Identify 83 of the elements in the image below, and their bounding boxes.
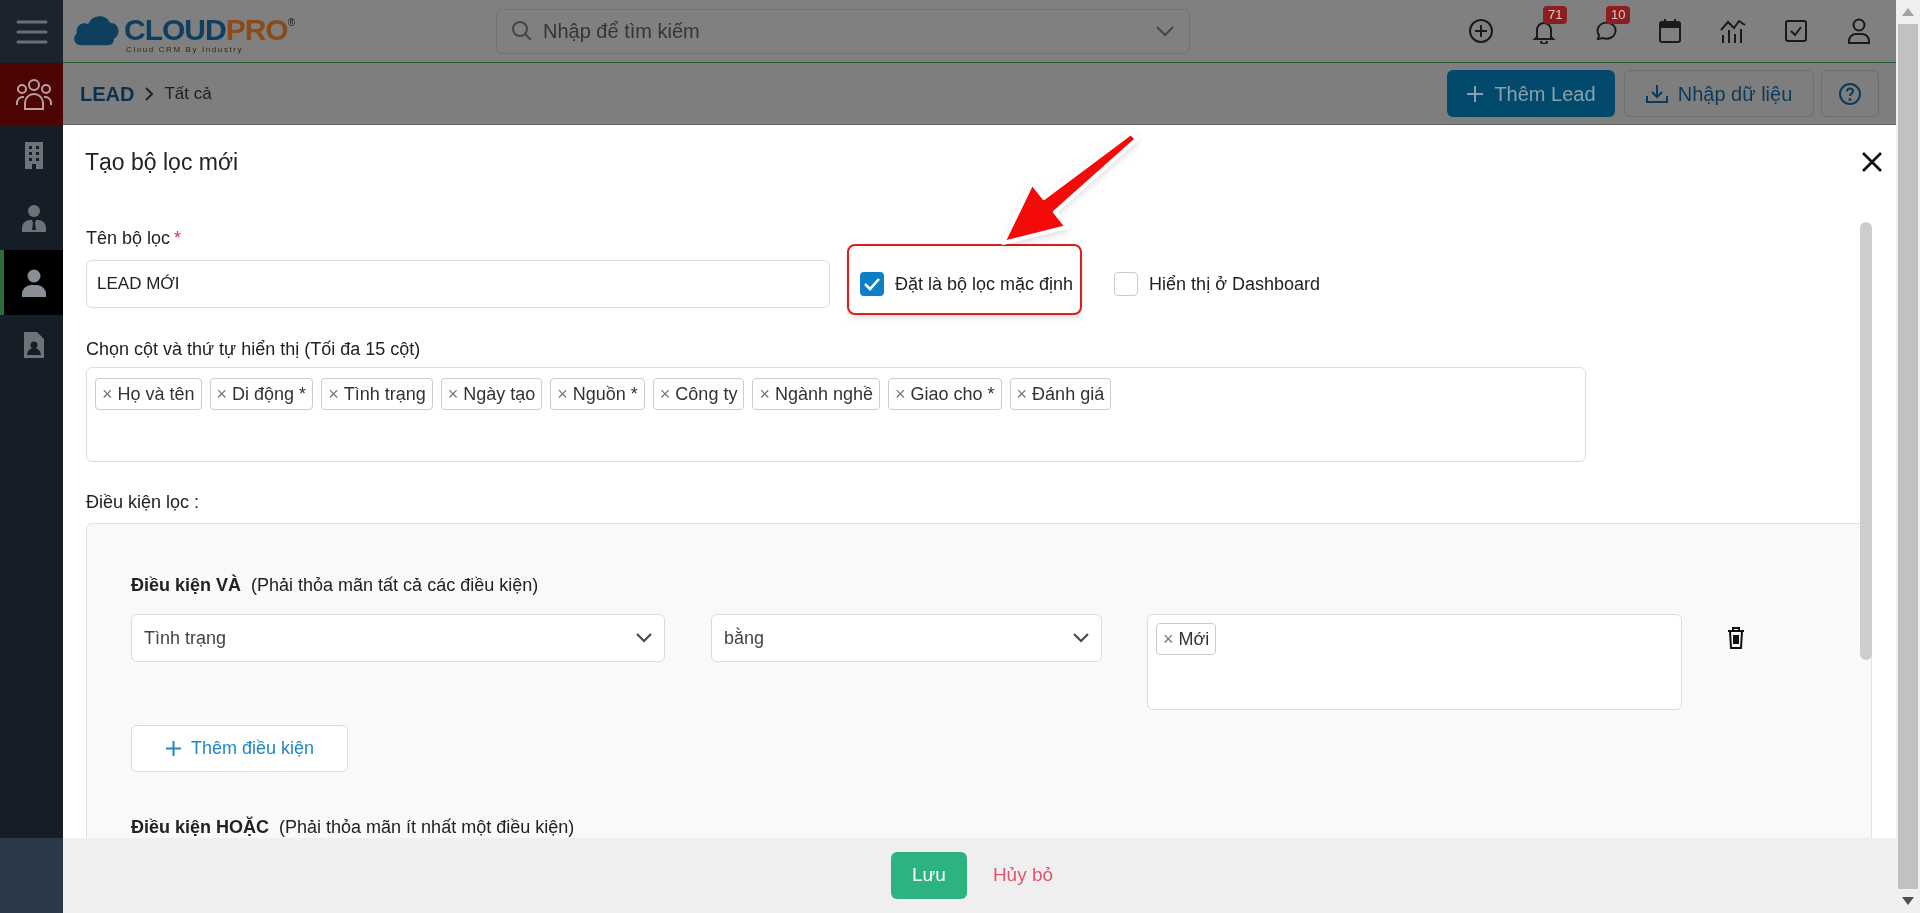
page-scrollbar-thumb[interactable] (1898, 24, 1918, 889)
field-label: Chọn cột và thứ tự hiển thị (Tối đa 15 cột) (86, 337, 421, 361)
search-field[interactable]: Nhập để tìm kiếm (496, 8, 1190, 54)
document-user-icon (22, 331, 45, 359)
group-title: Điều kiện VÀ (131, 573, 242, 597)
checkbox[interactable] (860, 272, 884, 296)
field-label: Tên bộ lọc (86, 226, 171, 250)
user-icon (20, 268, 47, 297)
field-select[interactable]: Tình trạng (131, 614, 665, 662)
field-label: Điều kiện lọc : (86, 490, 200, 514)
remove-icon[interactable]: × (102, 380, 113, 408)
count-badge: 10 (1606, 6, 1631, 24)
search-input[interactable]: Nhập để tìm kiếm (543, 16, 1155, 46)
chevron-down-icon[interactable] (1155, 25, 1175, 37)
help-icon (1838, 81, 1862, 106)
column-tag[interactable]: × Đánh giá (1009, 378, 1112, 410)
column-tag[interactable]: × Tình trạng (321, 378, 433, 410)
cancel-link[interactable]: Hủy bỏ (992, 861, 1054, 890)
column-tag[interactable]: × Di động * (209, 378, 314, 410)
column-select-field[interactable]: × Họ và tên × Di động * × Tình trạng × Ngày tạo × Nguồn * × Công ty × Ngành nghề × Giao cho * × Đánh giá (86, 367, 1586, 462)
checkbox[interactable] (1114, 272, 1139, 296)
logo[interactable]: CLOUDPRO® Cloud CRM By Industry (72, 8, 300, 54)
menu-icon[interactable] (15, 18, 48, 45)
close-icon[interactable] (1861, 151, 1883, 173)
required-mark: * (174, 226, 182, 250)
people-icon (15, 77, 52, 111)
remove-icon[interactable]: × (759, 380, 770, 408)
add-condition-button[interactable]: Thêm điều kiện (131, 725, 348, 772)
breadcrumb-link[interactable]: LEAD (80, 78, 135, 109)
chevron-down-icon (636, 633, 652, 643)
download-icon (1645, 83, 1668, 104)
calendar-icon[interactable] (1658, 18, 1682, 44)
value-tag[interactable]: × Mới (1156, 623, 1217, 655)
search-icon (511, 20, 533, 42)
operator-select[interactable]: bằng (711, 614, 1102, 662)
logo-text: CLOUD (124, 14, 226, 45)
checkbox-label: Hiển thị ở Dashboard (1149, 272, 1320, 296)
building-icon (23, 141, 44, 169)
save-button[interactable]: Lưu (890, 852, 967, 899)
count-badge: 71 (1543, 6, 1568, 24)
help-button[interactable] (1821, 70, 1879, 117)
chevron-down-icon (1073, 633, 1089, 643)
remove-icon[interactable]: × (895, 380, 906, 408)
sidebar-item[interactable] (0, 63, 63, 125)
chart-icon[interactable] (1719, 18, 1747, 44)
plus-icon (1466, 84, 1485, 103)
chevron-right-icon (144, 86, 155, 101)
import-data-button[interactable]: Nhập dữ liệu (1624, 70, 1814, 117)
group-title: Điều kiện HOẶC (131, 815, 270, 838)
remove-icon[interactable]: × (1016, 380, 1028, 408)
logo-accent-text: PRO (225, 14, 288, 45)
scroll-down-icon[interactable] (1902, 897, 1914, 905)
group-hint: (Phải thỏa mãn tất cả các điều kiện) (251, 573, 539, 597)
checkbox-label: Đặt là bộ lọc mặc định (895, 272, 1074, 296)
modal-title: Tạo bộ lọc mới (85, 147, 239, 177)
column-tag[interactable]: × Họ và tên (95, 378, 202, 410)
remove-icon[interactable]: × (557, 380, 568, 408)
column-tag[interactable]: × Ngày tạo (440, 378, 543, 410)
logo-tagline: Cloud CRM By Industry (126, 44, 244, 54)
column-tag[interactable]: × Nguồn * (550, 378, 645, 410)
remove-icon[interactable]: × (216, 380, 228, 408)
checkbox-icon[interactable] (1784, 19, 1808, 43)
filter-name-field[interactable]: LEAD MỚI (86, 260, 830, 308)
registered-mark: ® (287, 15, 296, 28)
value-field[interactable]: × Mới (1147, 614, 1682, 710)
group-hint: (Phải thỏa mãn ít nhất một điều kiện) (279, 815, 575, 838)
breadcrumb-current: Tất cả (164, 82, 212, 105)
plus-icon (164, 740, 182, 757)
column-tag[interactable]: × Công ty (652, 378, 745, 410)
add-circle-icon[interactable] (1468, 18, 1494, 44)
user-tie-icon (20, 203, 47, 232)
remove-icon[interactable]: × (447, 380, 459, 408)
user-icon[interactable] (1847, 18, 1871, 44)
sidebar-item[interactable] (0, 250, 63, 315)
add-lead-button[interactable]: Thêm Lead (1447, 70, 1615, 117)
checkmark-icon (864, 277, 880, 291)
remove-icon[interactable]: × (659, 380, 671, 408)
scrollbar-thumb[interactable] (1860, 222, 1872, 660)
column-tag[interactable]: × Giao cho * (888, 378, 1002, 410)
column-tag[interactable]: × Ngành nghề (752, 378, 880, 410)
trash-icon[interactable] (1727, 627, 1745, 649)
remove-icon[interactable]: × (1163, 625, 1174, 653)
remove-icon[interactable]: × (328, 380, 339, 408)
